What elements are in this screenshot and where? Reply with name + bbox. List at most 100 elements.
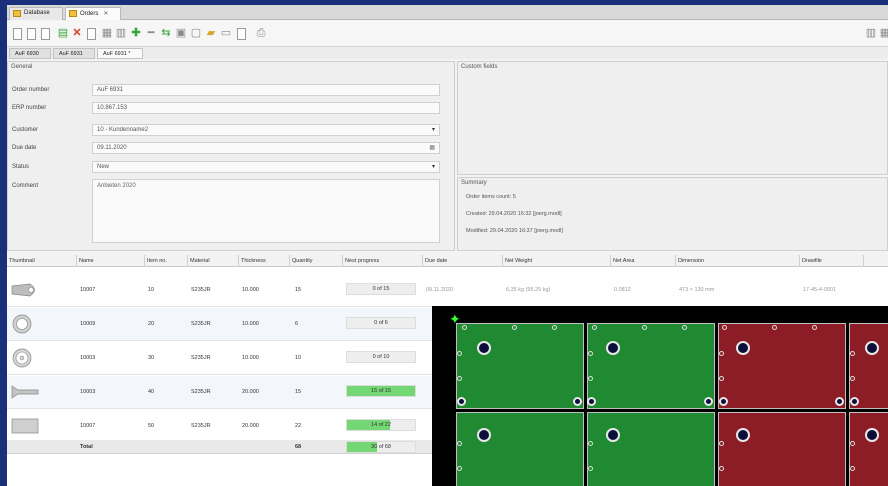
tab-label: Orders xyxy=(80,11,99,17)
document-icon[interactable] xyxy=(87,28,96,40)
progress-label: 30 of 68 xyxy=(371,444,391,450)
hole-marker xyxy=(477,428,491,442)
hole-marker xyxy=(736,341,750,355)
new-doc-icon[interactable] xyxy=(13,28,22,40)
table-row[interactable]: 10007 10 S235JR 10.000 15 0 of 15 09.11.… xyxy=(7,274,888,307)
field-value: AuF 6931 xyxy=(97,87,124,93)
delete-icon[interactable]: ✕ xyxy=(71,27,83,40)
nested-part-green[interactable] xyxy=(456,412,584,486)
grid-icon[interactable]: ▦ xyxy=(101,27,113,40)
subtab-auf-6930[interactable]: AuF 6930 xyxy=(9,48,51,59)
copy-doc-icon[interactable] xyxy=(27,28,36,40)
dock-icon[interactable]: ▦ xyxy=(879,27,888,40)
nest-progress-bar: 14 of 22 xyxy=(346,419,416,431)
subtab-auf-6931-modified[interactable]: AuF 6931 * xyxy=(97,48,143,59)
total-label: Total xyxy=(80,444,93,450)
hole-marker xyxy=(457,397,466,406)
hole-marker xyxy=(477,341,491,355)
save-icon[interactable]: ▤ xyxy=(57,27,69,40)
nested-part-red[interactable] xyxy=(849,412,888,486)
part-thumbnail-wheel xyxy=(12,348,32,368)
order-number-field[interactable]: AuF 6931 xyxy=(92,84,440,96)
total-progress-bar: 30 of 68 xyxy=(346,441,416,453)
hole-marker xyxy=(573,397,582,406)
layout-icon[interactable]: ▣ xyxy=(175,27,187,40)
tab-label: Database xyxy=(24,10,50,16)
cell-thickness: 20.000 xyxy=(242,423,259,429)
close-icon[interactable]: ✕ xyxy=(103,11,108,17)
nested-part-red[interactable] xyxy=(718,323,846,409)
cell-thickness: 10.000 xyxy=(242,321,259,327)
cell-material: S235JR xyxy=(191,321,211,327)
pierce-point xyxy=(588,376,593,381)
column-header[interactable]: Thickness xyxy=(239,255,290,267)
calendar-icon[interactable]: ▦ xyxy=(429,144,435,151)
pierce-point xyxy=(719,376,724,381)
customer-select[interactable]: 10 - Kundenname2 ▾ xyxy=(92,124,440,136)
column-header[interactable]: Net Area xyxy=(611,255,676,267)
column-header[interactable]: Dimension xyxy=(676,255,800,267)
column-header[interactable]: Nest progress xyxy=(343,255,423,267)
pierce-point xyxy=(719,466,724,471)
nested-part-green[interactable] xyxy=(587,412,715,486)
subtab-auf-6931[interactable]: AuF 6931 xyxy=(53,48,95,59)
cell-material: S235JR xyxy=(191,287,211,293)
pierce-point xyxy=(457,376,462,381)
field-value: New xyxy=(97,164,110,170)
tab-database[interactable]: Database xyxy=(9,7,63,20)
group-title: Summary xyxy=(461,180,487,186)
list-icon[interactable]: ▥ xyxy=(115,27,127,40)
erp-number-field[interactable]: 10.867.153 xyxy=(92,102,440,114)
cell-item: 10 xyxy=(148,287,155,293)
hole-marker xyxy=(587,397,596,406)
nested-part-green[interactable] xyxy=(587,323,715,409)
panel-layout-icon[interactable]: ▥ xyxy=(865,27,877,40)
print-icon[interactable]: ⎙ xyxy=(255,27,267,40)
cell-item: 40 xyxy=(148,389,155,395)
group-title: Custom fields xyxy=(461,64,498,70)
pierce-point xyxy=(588,351,593,356)
add-icon[interactable]: ✚ xyxy=(130,27,142,40)
remove-icon[interactable]: ━ xyxy=(145,27,157,40)
pierce-point xyxy=(642,325,647,330)
nested-part-green[interactable] xyxy=(456,323,584,409)
chevron-down-icon[interactable]: ▾ xyxy=(432,163,435,170)
folder-icon[interactable]: ▰ xyxy=(205,27,217,40)
column-header[interactable]: Drawfile xyxy=(800,255,864,267)
paste-doc-icon[interactable] xyxy=(41,28,50,40)
column-header[interactable]: Item no. xyxy=(145,255,188,267)
nested-part-red[interactable] xyxy=(718,412,846,486)
column-header[interactable]: Name xyxy=(77,255,145,267)
frame-icon[interactable]: ▢ xyxy=(190,27,202,40)
part-thumbnail-flange xyxy=(11,385,39,399)
due-date-picker[interactable]: 09.11.2020 ▦ xyxy=(92,142,440,154)
progress-label: 0 of 15 xyxy=(372,286,390,292)
report-icon[interactable] xyxy=(237,28,246,40)
modified-text: Modified: 29.04.2020 16:37 [joerg.modl] xyxy=(466,228,563,234)
column-header[interactable]: Quantity xyxy=(290,255,343,267)
database-icon xyxy=(13,10,21,17)
pierce-point xyxy=(719,351,724,356)
field-value: 10.867.153 xyxy=(97,105,128,111)
cell-drawfile: 17-45-4-0001 xyxy=(803,287,837,293)
column-header[interactable]: Thumbnail xyxy=(7,255,77,267)
subtab-label: AuF 6931 * xyxy=(103,51,131,57)
nesting-preview[interactable]: ✦ xyxy=(432,306,888,486)
cell-quantity: 22 xyxy=(295,423,302,429)
customer-row: Customer 10 - Kundenname2 ▾ xyxy=(12,124,440,137)
status-select[interactable]: New ▾ xyxy=(92,161,440,173)
move-icon[interactable]: ⇆ xyxy=(160,27,172,40)
export-icon[interactable]: ▭ xyxy=(220,27,232,40)
comment-textarea[interactable]: Anbieten 2020 xyxy=(92,179,440,243)
column-header[interactable]: Net Weight xyxy=(503,255,611,267)
column-header[interactable]: Due date xyxy=(423,255,503,267)
progress-label: 0 of 6 xyxy=(374,320,388,326)
column-header[interactable]: Material xyxy=(188,255,239,267)
cell-due-date: 09.11.2020 xyxy=(426,287,454,293)
part-thumbnail-lever xyxy=(11,283,35,297)
pierce-point xyxy=(850,376,855,381)
tab-orders[interactable]: Orders ✕ xyxy=(65,7,121,20)
chevron-down-icon[interactable]: ▾ xyxy=(432,126,435,133)
cell-dimension: 473 × 130 mm xyxy=(679,287,715,293)
hole-marker xyxy=(736,428,750,442)
